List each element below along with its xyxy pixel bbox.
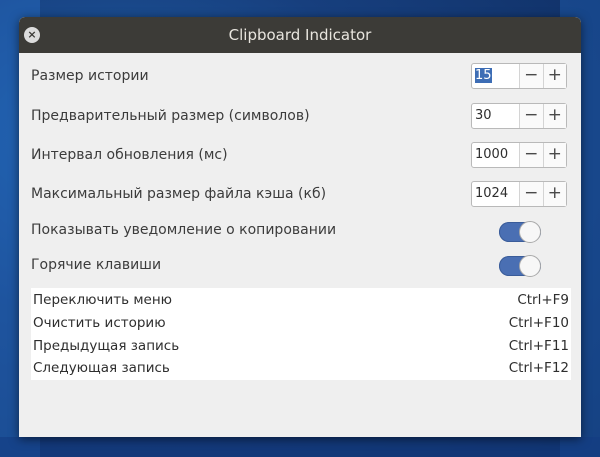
history-size-spinner: 15 − +	[471, 63, 567, 89]
refresh-interval-label: Интервал обновления (мс)	[31, 147, 228, 163]
shortcuts-list: Переключить меню Ctrl+F9 Очистить истори…	[31, 288, 571, 380]
history-size-value: 15	[475, 68, 492, 83]
notify-copy-toggle[interactable]	[499, 221, 541, 243]
history-size-increment-button[interactable]: +	[542, 64, 567, 88]
cache-size-value: 1024	[475, 186, 509, 201]
preview-size-spinner: 30 − +	[471, 103, 567, 129]
hotkeys-toggle[interactable]	[499, 255, 541, 277]
window-title: Clipboard Indicator	[228, 26, 372, 44]
cache-size-spinner: 1024 − +	[471, 181, 567, 207]
preview-size-increment-button[interactable]: +	[542, 104, 567, 128]
preview-size-input[interactable]: 30	[472, 104, 519, 128]
preview-size-decrement-button[interactable]: −	[519, 104, 543, 128]
refresh-interval-spinner: 1000 − +	[471, 142, 567, 168]
shortcut-row-clear-history[interactable]: Очистить историю Ctrl+F10	[31, 312, 571, 335]
refresh-interval-value: 1000	[475, 147, 509, 162]
shortcut-keys[interactable]: Ctrl+F11	[509, 338, 569, 354]
refresh-interval-decrement-button[interactable]: −	[519, 143, 543, 167]
shortcut-row-previous-entry[interactable]: Предыдущая запись Ctrl+F11	[31, 335, 571, 358]
shortcut-action: Следующая запись	[33, 360, 170, 376]
shortcut-action: Очистить историю	[33, 315, 166, 331]
shortcut-keys[interactable]: Ctrl+F10	[509, 315, 569, 331]
preview-size-value: 30	[475, 108, 492, 123]
wallpaper-shape	[0, 437, 600, 457]
history-size-label: Размер истории	[31, 68, 149, 84]
title-bar: × Clipboard Indicator	[19, 17, 581, 53]
notify-copy-label: Показывать уведомление о копировании	[31, 222, 337, 238]
refresh-interval-input[interactable]: 1000	[472, 143, 519, 167]
cache-size-label: Максимальный размер файла кэша (кб)	[31, 186, 327, 202]
preferences-window: × Clipboard Indicator Размер истории 15 …	[19, 17, 581, 437]
shortcut-action: Предыдущая запись	[33, 338, 180, 354]
preview-size-label: Предварительный размер (символов)	[31, 108, 310, 124]
cache-size-input[interactable]: 1024	[472, 182, 519, 206]
cache-size-increment-button[interactable]: +	[542, 182, 567, 206]
shortcut-row-next-entry[interactable]: Следующая запись Ctrl+F12	[31, 357, 571, 380]
shortcut-keys[interactable]: Ctrl+F12	[509, 360, 569, 376]
shortcut-action: Переключить меню	[33, 292, 173, 308]
history-size-input[interactable]: 15	[472, 64, 519, 88]
toggle-knob	[519, 221, 541, 243]
cache-size-decrement-button[interactable]: −	[519, 182, 543, 206]
hotkeys-label: Горячие клавиши	[31, 257, 162, 273]
shortcut-row-toggle-menu[interactable]: Переключить меню Ctrl+F9	[31, 289, 571, 312]
history-size-decrement-button[interactable]: −	[519, 64, 543, 88]
shortcut-keys[interactable]: Ctrl+F9	[517, 292, 569, 308]
toggle-knob	[519, 255, 541, 277]
refresh-interval-increment-button[interactable]: +	[542, 143, 567, 167]
desktop-background: × Clipboard Indicator Размер истории 15 …	[0, 0, 600, 457]
